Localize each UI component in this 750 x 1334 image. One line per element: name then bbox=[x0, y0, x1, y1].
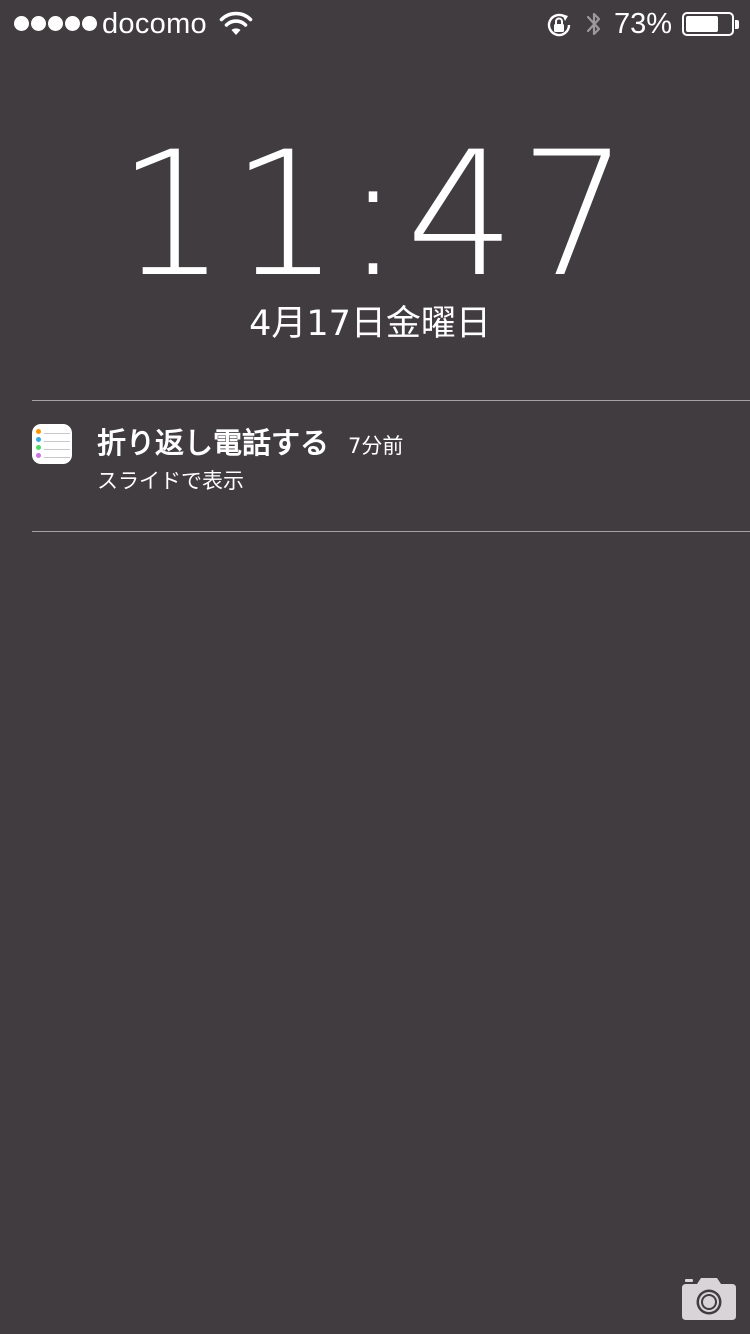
battery-percentage: 73% bbox=[614, 8, 673, 40]
lock-screen-date: 4月17日金曜日 bbox=[249, 304, 491, 344]
lock-screen: docomo 73% 11:47 4月17日金曜日 折り返し電話する 7分前 ス… bbox=[0, 0, 750, 1334]
wifi-icon bbox=[219, 11, 253, 35]
signal-strength-icon bbox=[14, 16, 97, 31]
battery-level-fill bbox=[686, 16, 718, 32]
notification-time: 7分前 bbox=[348, 434, 404, 458]
camera-icon[interactable] bbox=[680, 1276, 738, 1322]
notification-divider-bottom bbox=[32, 531, 750, 532]
reminders-icon bbox=[32, 424, 72, 464]
notification-item[interactable]: 折り返し電話する 7分前 スライドで表示 bbox=[0, 401, 750, 531]
notification-action-hint: スライドで表示 bbox=[97, 469, 244, 493]
bluetooth-icon bbox=[586, 12, 601, 36]
status-bar: docomo 73% bbox=[0, 0, 750, 50]
lock-screen-clock: 11:47 bbox=[117, 114, 633, 315]
rotation-lock-icon bbox=[547, 13, 571, 37]
carrier-name: docomo bbox=[102, 8, 207, 40]
notification-title: 折り返し電話する bbox=[97, 426, 330, 460]
battery-icon bbox=[682, 12, 740, 38]
